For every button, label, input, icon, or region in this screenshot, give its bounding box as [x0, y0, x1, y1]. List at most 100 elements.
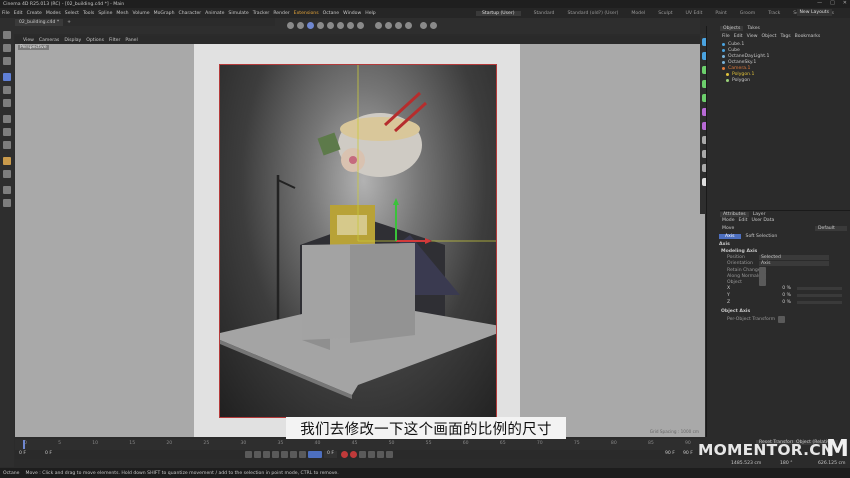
render-view-icon[interactable] [385, 22, 392, 29]
menu-tools[interactable]: Tools [83, 11, 94, 16]
select-tool-icon[interactable] [3, 31, 11, 39]
layout-paint[interactable]: Paint [715, 11, 726, 16]
objects-tags-menu[interactable]: Tags [780, 34, 790, 39]
menu-select[interactable]: Select [65, 11, 79, 16]
close-button[interactable]: ✕ [843, 0, 847, 6]
z-value[interactable]: 0 % [767, 300, 791, 305]
menu-render[interactable]: Render [273, 11, 289, 16]
snap-icon[interactable] [375, 22, 382, 29]
workplane-icon[interactable] [3, 170, 11, 178]
move-mode-icon[interactable] [307, 22, 314, 29]
menu-octane[interactable]: Octane [323, 11, 340, 16]
layout-uv-edit[interactable]: UV Edit [686, 11, 703, 16]
layout-groom[interactable]: Groom [740, 11, 755, 16]
object-row[interactable]: Cube [722, 48, 740, 53]
next-key-icon[interactable] [290, 451, 297, 458]
objects-view-menu[interactable]: View [747, 34, 758, 39]
menu-character[interactable]: Character [178, 11, 201, 16]
preset-dropdown[interactable]: Default [815, 226, 847, 231]
menu-mesh[interactable]: Mesh [116, 11, 128, 16]
move-tool-icon[interactable] [3, 73, 11, 81]
viewport[interactable]: Perspective Grid Spacing: 1000 cm [15, 44, 705, 437]
new-tab-button[interactable]: + [67, 20, 71, 25]
menu-file[interactable]: File [2, 11, 10, 16]
object-axis-group[interactable]: Object Axis [721, 309, 750, 314]
layout-startup[interactable]: Startup (User) [476, 10, 521, 16]
tab-layer[interactable]: Layer [753, 212, 766, 217]
undo-icon[interactable] [287, 22, 294, 29]
frame-field[interactable]: 0 F [324, 451, 338, 458]
start-frame-field[interactable]: 0 F [19, 451, 26, 456]
size-field[interactable]: 1485.523 cm [731, 461, 761, 466]
record-icon[interactable] [341, 451, 349, 458]
rotate-tool-icon[interactable] [3, 86, 11, 94]
viewport-display-menu[interactable]: Display [64, 38, 81, 43]
keyframe-selection-icon[interactable] [359, 451, 367, 458]
edges-mode-icon[interactable] [3, 128, 11, 136]
attributes-mode-menu[interactable]: Mode [722, 218, 735, 223]
prev-key-icon[interactable] [254, 451, 261, 458]
axis-y-icon[interactable] [347, 22, 354, 29]
tab-objects[interactable]: Objects [720, 26, 744, 31]
objects-file-menu[interactable]: File [722, 34, 730, 39]
object-row[interactable]: Cube.1 [722, 42, 744, 47]
redo-icon[interactable] [297, 22, 304, 29]
menu-spline[interactable]: Spline [98, 11, 112, 16]
next-frame-icon[interactable] [281, 451, 288, 458]
viewport-filter-menu[interactable]: Filter [109, 38, 120, 43]
layout-model[interactable]: Model [631, 11, 645, 16]
object-row[interactable]: Camera.1 [722, 66, 750, 71]
x-slider[interactable] [797, 287, 842, 290]
object-row[interactable]: Polygon.1 [726, 72, 754, 77]
timeline-ruler[interactable]: 0 5 10 15 20 25 30 35 40 45 50 55 60 65 … [15, 439, 700, 450]
prev-frame-icon[interactable] [263, 451, 270, 458]
attributes-edit-menu[interactable]: Edit [739, 218, 748, 223]
new-layouts-button[interactable]: New Layouts [796, 9, 832, 16]
knife-icon[interactable] [3, 199, 11, 207]
playhead[interactable] [23, 440, 25, 449]
menu-modes[interactable]: Modes [46, 11, 61, 16]
menu-edit[interactable]: Edit [14, 11, 23, 16]
objects-edit-menu[interactable]: Edit [734, 34, 743, 39]
position-dropdown[interactable]: Selected [759, 255, 829, 260]
current-frame-field[interactable]: 0 F [45, 451, 52, 456]
object-row[interactable]: OctaneDayLight.1 [722, 54, 769, 59]
model-mode-icon[interactable] [3, 57, 11, 65]
subtab-axis[interactable]: Axis [719, 234, 741, 239]
scale-mode-icon[interactable] [317, 22, 324, 29]
live-selection-icon[interactable] [3, 44, 11, 52]
minimize-button[interactable]: — [817, 0, 822, 6]
menu-mograph[interactable]: MoGraph [154, 11, 175, 16]
attributes-userdata-menu[interactable]: User Data [751, 218, 774, 223]
menu-create[interactable]: Create [27, 11, 42, 16]
tab-attributes[interactable]: Attributes [720, 212, 749, 217]
menu-volume[interactable]: Volume [133, 11, 150, 16]
loop-icon[interactable] [308, 451, 322, 458]
end-frame-field-2[interactable]: 90 F [683, 451, 693, 456]
axis-z-icon[interactable] [357, 22, 364, 29]
viewport-panel-menu[interactable]: Panel [125, 38, 137, 43]
y-slider[interactable] [797, 294, 842, 297]
axis-x-icon[interactable] [337, 22, 344, 29]
menu-help[interactable]: Help [365, 11, 375, 16]
viewport-options-menu[interactable]: Options [86, 38, 104, 43]
render-icon[interactable] [395, 22, 402, 29]
points-mode-icon[interactable] [3, 115, 11, 123]
layout-standard[interactable]: Standard [534, 11, 555, 16]
layout-sculpt[interactable]: Sculpt [658, 11, 672, 16]
menu-tracker[interactable]: Tracker [253, 11, 270, 16]
menu-animate[interactable]: Animate [205, 11, 224, 16]
menu-extensions[interactable]: Extensions [294, 11, 319, 16]
document-tab[interactable]: 02_building.c4d * [15, 18, 64, 26]
scale-tool-icon[interactable] [3, 99, 11, 107]
y-value[interactable]: 0 % [767, 293, 791, 298]
viewport-cameras-menu[interactable]: Cameras [39, 38, 59, 43]
orientation-dropdown[interactable]: Axis [759, 261, 829, 266]
tab-takes[interactable]: Takes [747, 26, 760, 31]
scale-key-icon[interactable] [386, 451, 394, 458]
layout-standard-old[interactable]: Standard (old?) (User) [567, 11, 618, 16]
rotation-field[interactable]: 180 ° [780, 461, 793, 466]
object-row[interactable]: Polygon [726, 78, 750, 83]
end-frame-field[interactable]: 90 F [665, 451, 675, 456]
layout-track[interactable]: Track [768, 11, 780, 16]
